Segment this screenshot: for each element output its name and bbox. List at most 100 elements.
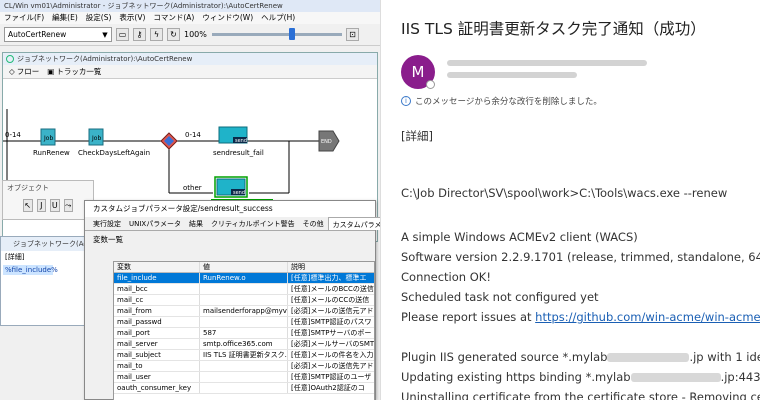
tab-other[interactable]: その他: [299, 217, 328, 230]
refresh-icon[interactable]: ↻: [167, 28, 180, 41]
job-run-renew[interactable]: Job: [40, 128, 56, 146]
window-title: CL/Win vm01\Administrator - ジョブネットワーク(Ad…: [0, 0, 380, 12]
link-icon[interactable]: ⤳: [63, 199, 73, 212]
table-row[interactable]: mail_user [任意]SMTP認証のユーザ: [114, 372, 374, 383]
end-label: END: [321, 139, 332, 145]
table-row[interactable]: mail_to [必須]メールの送信先アド: [114, 361, 374, 372]
table-row[interactable]: mail_subject IIS TLS 証明書更新タスク... [任意]メールの件…: [114, 350, 374, 361]
branch-node[interactable]: [160, 132, 178, 150]
tab-unix-params[interactable]: UNIXパラメータ: [125, 217, 185, 230]
job-icon-glyph: Job: [91, 135, 101, 142]
lower-jobnet-window: ジョブネットワーク(Administrator) [詳細] %file_incl…: [0, 236, 92, 326]
table-row[interactable]: mail_port 587 [任意]SMTPサーバのポー: [114, 328, 374, 339]
email-subject: IIS TLS 証明書更新タスク完了通知（成功）: [401, 20, 706, 38]
body-plugin: Plugin IIS generated source *.mylab .jp w…: [401, 350, 760, 364]
send-tag-text: send: [235, 138, 247, 144]
jobnet-combo[interactable]: AutoCertRenew ▼: [4, 27, 112, 42]
body-report: Please report issues at https://github.c…: [401, 310, 760, 324]
github-link[interactable]: https://github.com/win-acme/win-acme: [535, 310, 760, 324]
jobnet-window-title: ジョブネットワーク(Administrator):\AutoCertRenew: [3, 53, 377, 65]
end-node[interactable]: END: [318, 130, 340, 152]
folder-icon[interactable]: ▭: [116, 28, 129, 41]
send-tag-text: send: [233, 190, 245, 196]
zoom-slider[interactable]: [212, 28, 342, 40]
column-header-value[interactable]: 値: [200, 262, 288, 272]
cell-value: [200, 284, 288, 294]
cell-value: [200, 295, 288, 305]
lower-window-detail: [詳細]: [5, 253, 25, 261]
cell-desc: [必須]メールサーバのSMTP: [291, 340, 374, 348]
custom-param-dialog: カスタムジョブパラメータ設定/sendresult_success 実行設定 U…: [84, 200, 380, 400]
column-header-desc[interactable]: 説明: [288, 262, 374, 272]
chevron-down-icon[interactable]: ▼: [99, 31, 111, 39]
tab-critical-point[interactable]: クリティカルポイント警告: [207, 217, 299, 230]
body-uninstalling: Uninstalling certificate from the certif…: [401, 390, 760, 400]
cursor-icon[interactable]: ↖: [23, 199, 33, 212]
toolbar: AutoCertRenew ▼ ▭ ⚷ ϟ ↻ 100% ⊡: [0, 24, 380, 46]
job-label: sendresult_fail: [213, 149, 264, 157]
redacted-sender: [447, 60, 647, 66]
tab-exec-settings[interactable]: 実行設定: [89, 217, 125, 230]
cell-desc: [任意]OAuth2認証のコ: [291, 384, 365, 392]
key-icon[interactable]: ⚷: [133, 28, 146, 41]
info-banner: i このメッセージから余分な改行を削除しました。: [401, 95, 602, 107]
table-row[interactable]: mail_server smtp.office365.com [必須]メールサーバの…: [114, 339, 374, 350]
body-command: C:\Job Director\SV\spool\work>C:\Tools\w…: [401, 186, 728, 200]
cell-name: mail_to: [114, 361, 200, 371]
jobnet-icon: [6, 55, 14, 63]
time-range-label: 0-14: [5, 131, 21, 139]
job-check-days[interactable]: Job: [88, 128, 104, 146]
cell-value: [200, 383, 288, 393]
cell-value: [200, 361, 288, 371]
tab-flow[interactable]: ◇ フロー: [9, 66, 39, 77]
fit-icon[interactable]: ⊡: [346, 28, 359, 41]
table-header: 変数 値 説明: [114, 262, 374, 273]
menu-window[interactable]: ウィンドウ(W): [202, 12, 253, 24]
job-label: RunRenew: [33, 149, 70, 157]
tab-result[interactable]: 結果: [185, 217, 207, 230]
cell-name: mail_port: [114, 328, 200, 338]
menu-help[interactable]: ヘルプ(H): [261, 12, 295, 24]
cell-value: mailsenderforapp@myv...: [200, 306, 288, 316]
table-row[interactable]: oauth_consumer_key [任意]OAuth2認証のコ: [114, 383, 374, 394]
variable-list-label: 変数一覧: [93, 235, 123, 244]
body-updating: Updating existing https binding *.mylab.…: [401, 370, 760, 384]
table-row[interactable]: mail_bcc [任意]メールのBCCの送信: [114, 284, 374, 295]
menu-edit[interactable]: 編集(E): [52, 12, 78, 24]
cell-value: smtp.office365.com: [200, 339, 288, 349]
menu-settings[interactable]: 設定(S): [86, 12, 112, 24]
cell-desc: [任意]SMTPサーバのポー: [291, 329, 372, 337]
unix-job-icon[interactable]: U: [50, 199, 60, 212]
menu-file[interactable]: ファイル(F): [4, 12, 44, 24]
redacted-domain: [630, 373, 721, 382]
job-label: CheckDaysLeftAgain: [78, 149, 150, 157]
cell-value: 587: [200, 328, 288, 338]
cell-desc: [任意]標準出力、標準エ: [291, 274, 367, 282]
cell-name: oauth_consumer_key: [114, 383, 200, 393]
column-header-name[interactable]: 変数: [114, 262, 200, 272]
table-row[interactable]: mail_passwd [任意]SMTP認証のパスワ: [114, 317, 374, 328]
variable-table: 変数 値 説明 file_include RunRenew.o [任意]標準出力、標…: [113, 261, 375, 400]
menu-view[interactable]: 表示(V): [119, 12, 145, 24]
zoom-slider-knob[interactable]: [288, 28, 295, 40]
presence-icon: [426, 80, 435, 89]
body-connection: Connection OK!: [401, 270, 491, 284]
objects-panel: オブジェクト ↖ J U ⤳: [2, 180, 94, 220]
cell-name: mail_subject: [114, 350, 200, 360]
job-sendresult-fail[interactable]: send: [218, 126, 248, 144]
lightning-icon[interactable]: ϟ: [150, 28, 163, 41]
job-director-window: CL/Win vm01\Administrator - ジョブネットワーク(Ad…: [0, 0, 380, 400]
time-range-label: 0-14: [185, 131, 201, 139]
branch-label: other: [183, 184, 202, 192]
cell-name: mail_user: [114, 372, 200, 382]
tab-tracker-list[interactable]: ▣ トラッカ一覧: [47, 66, 101, 77]
job-icon[interactable]: J: [36, 199, 46, 212]
body-client: A simple Windows ACMEv2 client (WACS): [401, 230, 638, 244]
lower-window-selection[interactable]: %file_include%: [3, 265, 58, 275]
table-row[interactable]: mail_from mailsenderforapp@myv... [必須]メールの…: [114, 306, 374, 317]
cell-value: [200, 372, 288, 382]
tab-custom-params[interactable]: カスタムパラメータ設定: [327, 217, 380, 230]
menu-command[interactable]: コマンド(A): [153, 12, 194, 24]
table-row[interactable]: mail_cc [任意]メールのCCの送信: [114, 295, 374, 306]
table-row[interactable]: file_include RunRenew.o [任意]標準出力、標準エ: [114, 273, 374, 284]
